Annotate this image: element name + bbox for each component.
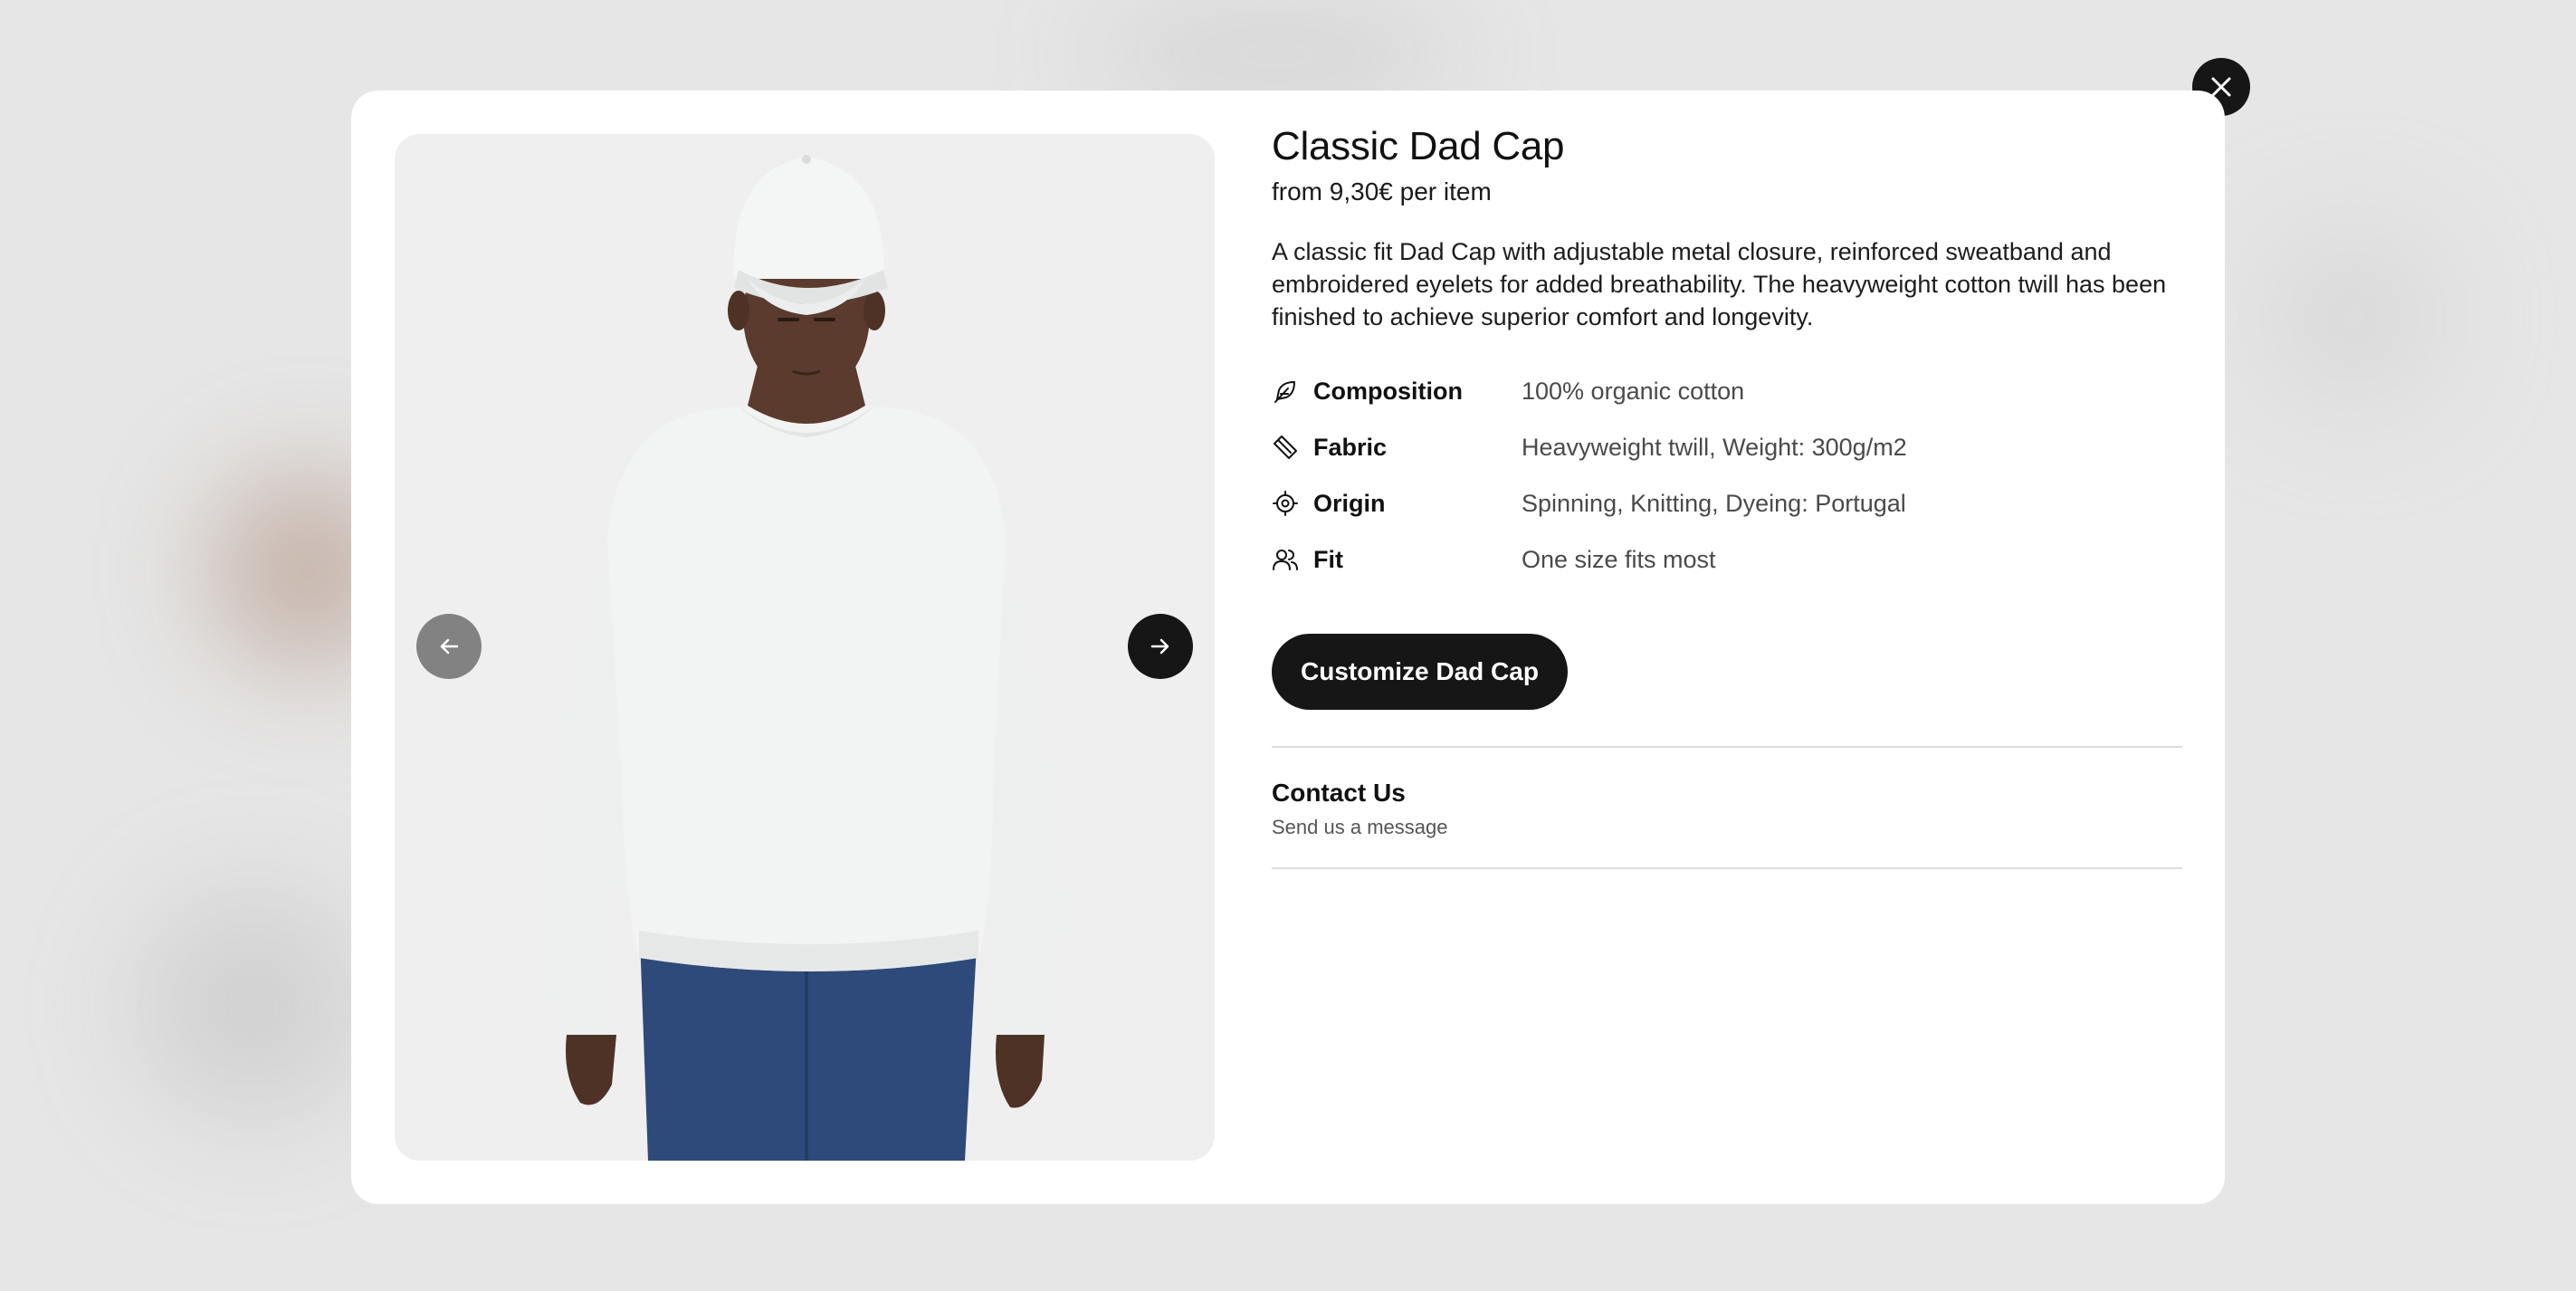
spec-row-fabric: Fabric Heavyweight twill, Weight: 300g/m…: [1272, 431, 2182, 464]
spec-label: Composition: [1313, 377, 1463, 405]
spec-value: One size fits most: [1522, 545, 1716, 573]
next-image-button[interactable]: [1128, 614, 1193, 679]
background-blur-shape: [2263, 226, 2444, 407]
background-blur-shape: [136, 887, 371, 1123]
contact-subtitle: Send us a message: [1272, 816, 1448, 838]
product-details: Classic Dad Cap from 9,30€ per item A cl…: [1272, 123, 2182, 869]
product-modal: Classic Dad Cap from 9,30€ per item A cl…: [351, 91, 2225, 1204]
spec-value: Heavyweight twill, Weight: 300g/m2: [1522, 433, 1907, 461]
spec-label: Fabric: [1313, 433, 1388, 461]
product-price: from 9,30€ per item: [1272, 177, 1492, 206]
spec-list: Composition 100% organic cotton Fabric H…: [1272, 375, 2182, 576]
spec-value: 100% organic cotton: [1522, 377, 1745, 405]
feather-icon: [1272, 378, 1299, 405]
arrow-right-icon: [1150, 638, 1169, 655]
arrow-left-icon: [440, 638, 459, 655]
ruler-icon: [1272, 434, 1299, 461]
spec-label: Origin: [1313, 489, 1386, 517]
previous-image-button[interactable]: [416, 614, 482, 679]
spec-label: Fit: [1313, 545, 1343, 573]
target-icon: [1272, 490, 1299, 517]
divider: [1272, 867, 2182, 869]
contact-us-link[interactable]: Contact Us Send us a message: [1272, 748, 2182, 867]
spec-value: Spinning, Knitting, Dyeing: Portugal: [1522, 489, 1906, 517]
users-icon: [1272, 546, 1299, 573]
spec-row-origin: Origin Spinning, Knitting, Dyeing: Portu…: [1272, 487, 2182, 520]
contact-title: Contact Us: [1272, 779, 1406, 807]
customize-button[interactable]: Customize Dad Cap: [1272, 634, 1568, 710]
spec-row-fit: Fit One size fits most: [1272, 543, 2182, 576]
product-title: Classic Dad Cap: [1272, 124, 1565, 168]
product-description: A classic fit Dad Cap with adjustable me…: [1272, 238, 2167, 330]
product-gallery: [395, 134, 1215, 1161]
spec-row-composition: Composition 100% organic cotton: [1272, 375, 2182, 407]
background-blur-shape: [1086, 18, 1466, 91]
product-photo: [395, 134, 1215, 1161]
